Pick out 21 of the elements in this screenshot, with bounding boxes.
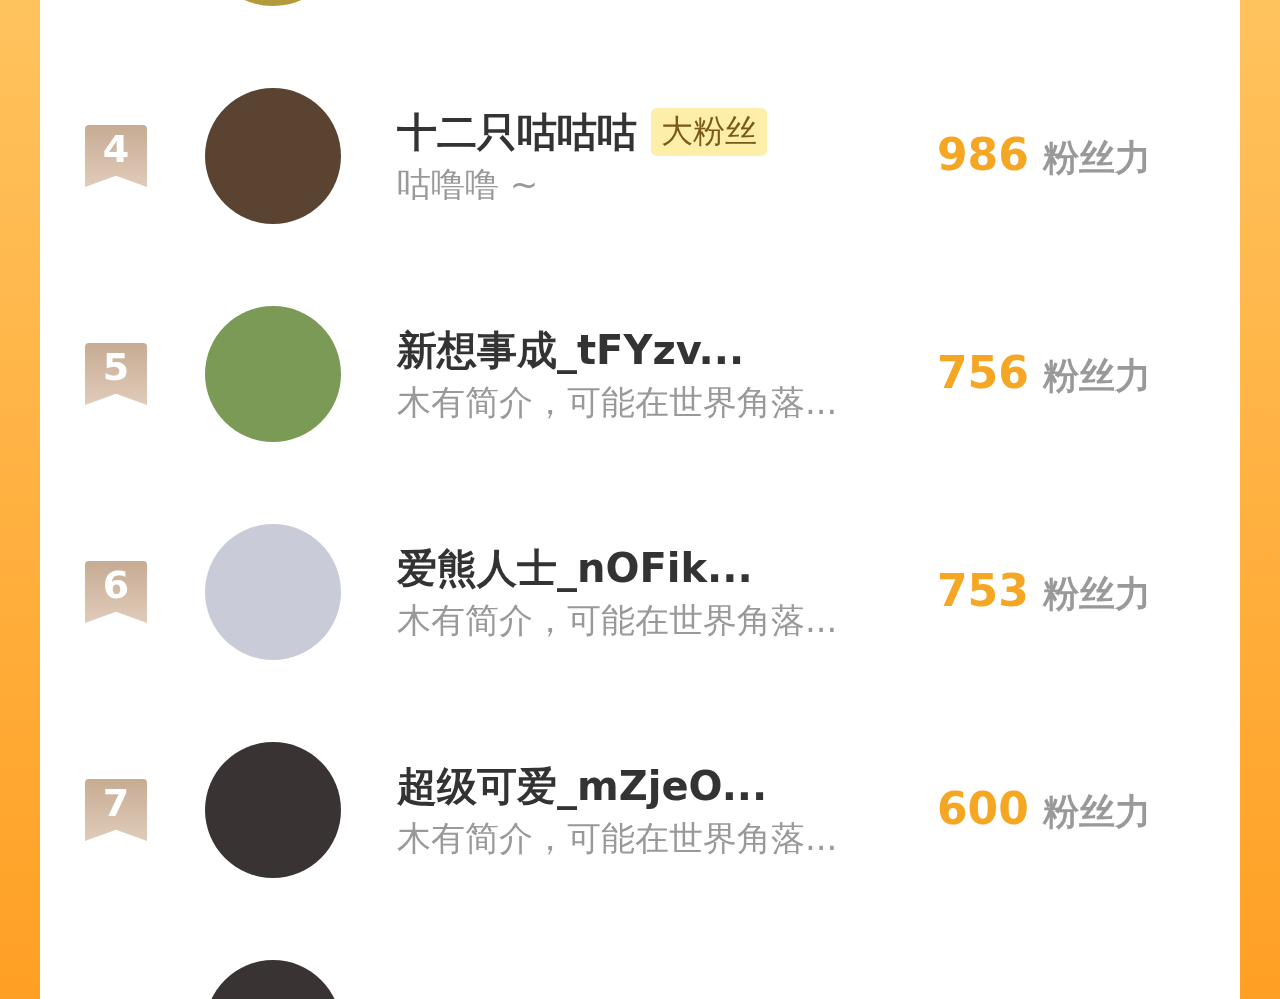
fan-power-score: 756 [937,347,1029,398]
fan-power-label: 粉丝力 [1042,572,1151,616]
fan-level-tag: 大粉丝 [651,108,767,156]
user-bio: 木有简介，可能在世界角落... [397,816,839,860]
fan-power-score: 986 [937,129,1029,180]
user-name[interactable]: 十二只咕咕咕 [397,104,637,160]
rank-ribbon: 4 [85,125,147,187]
user-bio: 木有简介，可能在世界角落... [397,380,839,424]
user-bio: 木有简介，可能在世界角落... [397,598,839,642]
fan-power-score: 600 [937,783,1029,834]
rank-ribbon: 5 [85,343,147,405]
rank-ribbon: 6 [85,561,147,623]
fan-power-label: 粉丝力 [1042,790,1151,834]
fan-power-label: 粉丝力 [1042,354,1151,398]
user-name[interactable]: 新想事成_tFYzv... [397,322,745,378]
user-bio: 咕噜噜 ~ [397,162,540,206]
user-name[interactable]: 超级可爱_mZjeO... [397,758,768,814]
rank-ribbon: 7 [85,779,147,841]
fan-power-score: 753 [937,565,1029,616]
user-name[interactable]: 爱熊人士_nOFik... [397,540,753,596]
fan-power-label: 粉丝力 [1042,136,1151,180]
